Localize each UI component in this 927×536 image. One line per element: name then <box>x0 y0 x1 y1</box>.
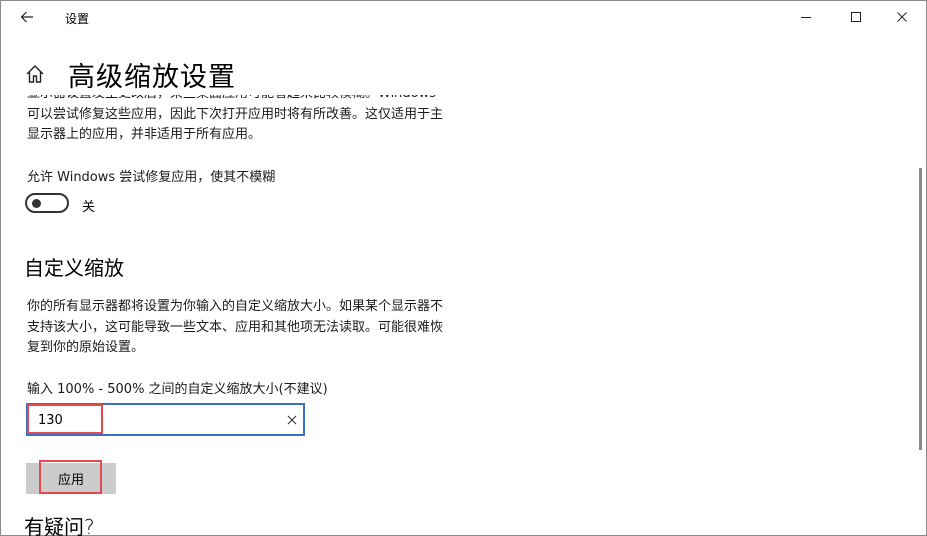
page-title: 高级缩放设置 <box>68 62 236 93</box>
custom-scaling-input-label: 输入 100% - 500% 之间的自定义缩放大小(不建议) <box>27 382 328 397</box>
fix-apps-description: 显示器设置发生更改后，某些桌面应用可能看起来比较模糊。Windows 可以尝试修… <box>27 95 482 146</box>
custom-scaling-title: 自定义缩放 <box>24 256 124 280</box>
toggle-knob <box>32 199 41 208</box>
clear-input-button[interactable] <box>282 410 302 430</box>
title-bar: 设置 <box>1 1 926 33</box>
fix-apps-description-line: 显示器设置发生更改后，某些桌面应用可能看起来比较模糊。Windows <box>27 95 482 105</box>
scroll-content: 显示器设置发生更改后，某些桌面应用可能看起来比较模糊。Windows 可以尝试修… <box>0 95 927 536</box>
home-icon <box>26 65 44 83</box>
maximize-button[interactable] <box>833 1 879 33</box>
close-icon <box>897 12 907 22</box>
home-button[interactable] <box>24 63 46 85</box>
highlight-box-input <box>27 404 103 434</box>
maximize-icon <box>851 12 861 22</box>
scrollbar-thumb[interactable] <box>919 168 922 450</box>
custom-scaling-description-line: 你的所有显示器都将设置为你输入的自定义缩放大小。如果某个显示器不 <box>27 299 444 314</box>
fix-apps-description-line: 可以尝试修复这些应用，因此下次打开应用时将有所改善。这仅适用于主 <box>27 106 444 122</box>
fix-apps-toggle[interactable] <box>25 193 69 213</box>
minimize-button[interactable] <box>783 1 829 33</box>
back-arrow-icon <box>20 11 33 23</box>
window-title: 设置 <box>65 12 90 26</box>
highlight-box-apply <box>39 460 102 494</box>
back-button[interactable] <box>13 5 41 29</box>
custom-scaling-description-line: 复到你的原始设置。 <box>27 340 145 355</box>
help-section-title: 有疑问? <box>24 515 95 536</box>
toggle-state-text: 关 <box>82 200 96 215</box>
close-button[interactable] <box>879 1 925 33</box>
custom-scaling-description-line: 支持该大小，这可能导致一些文本、应用和其他项无法读取。可能很难恢 <box>27 319 444 335</box>
minimize-icon <box>801 17 811 18</box>
fix-apps-description-line: 显示器上的应用，并非适用于所有应用。 <box>27 127 262 142</box>
custom-scaling-description: 你的所有显示器都将设置为你输入的自定义缩放大小。如果某个显示器不 支持该大小，这… <box>27 297 482 359</box>
fix-apps-toggle-label: 允许 Windows 尝试修复应用，使其不模糊 <box>27 170 276 185</box>
clear-icon <box>287 415 297 425</box>
